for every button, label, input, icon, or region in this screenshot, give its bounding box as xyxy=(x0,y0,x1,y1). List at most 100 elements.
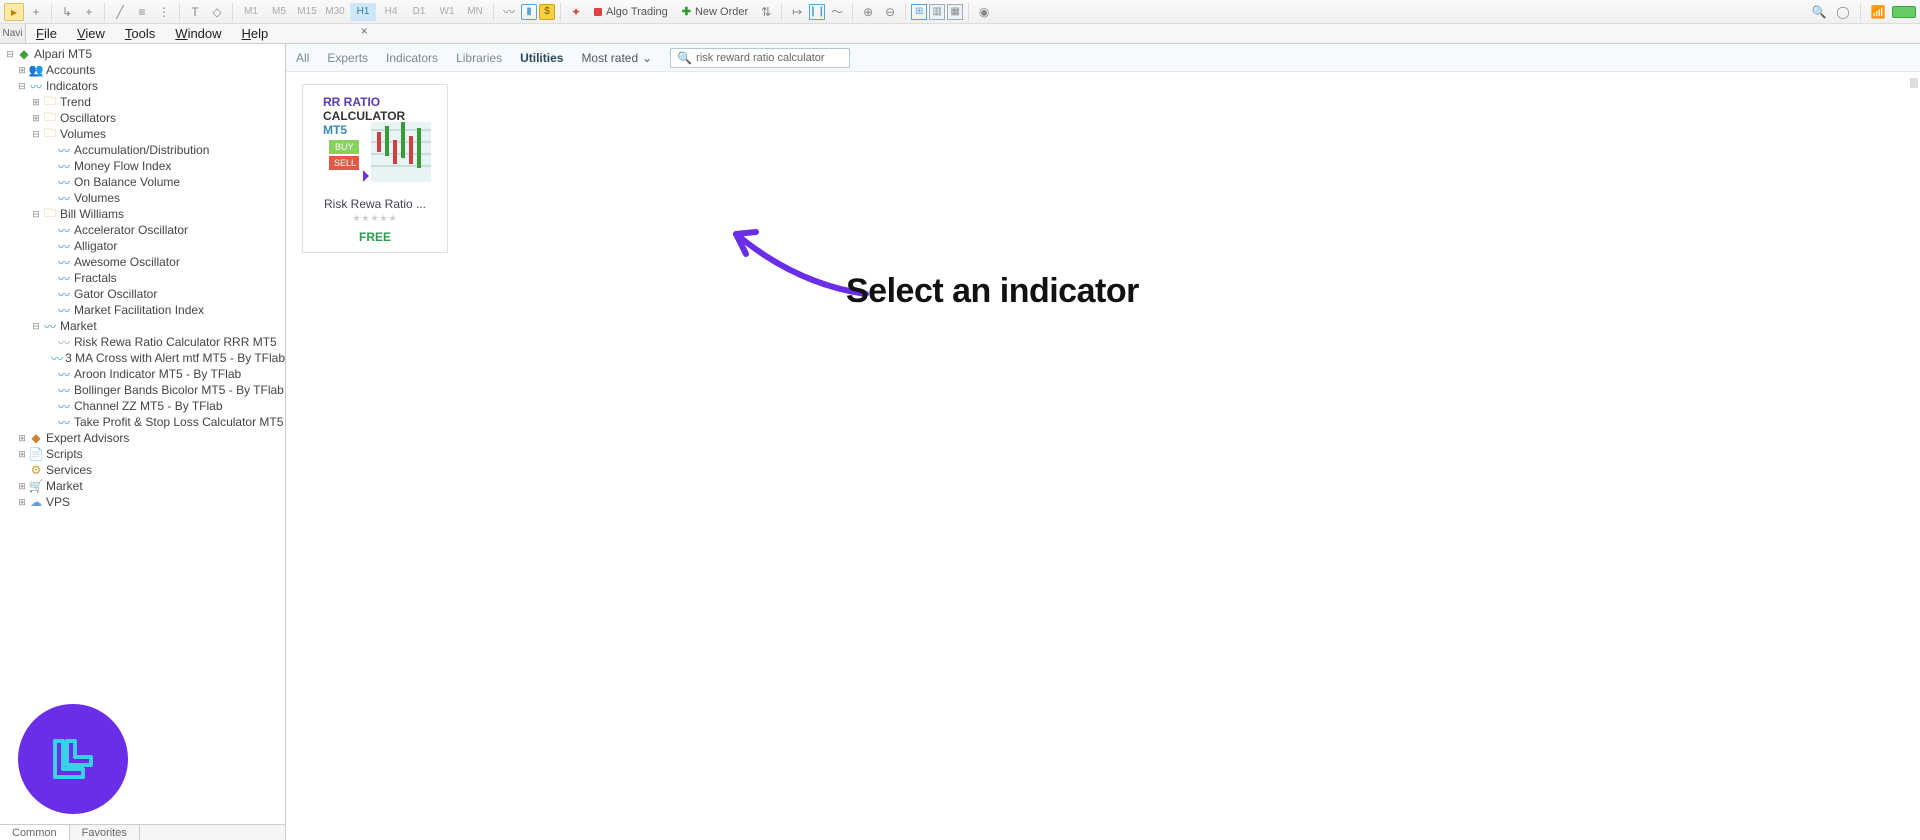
chart-line-icon[interactable]: 〰 xyxy=(499,3,519,21)
cursor-tool[interactable]: ↳ xyxy=(57,3,77,21)
chart-dollar-icon[interactable]: $ xyxy=(539,4,555,20)
indicators-icon[interactable]: ✦ xyxy=(566,3,586,21)
tf-m30[interactable]: M30 xyxy=(322,3,348,21)
zoom-out-icon[interactable]: ⊖ xyxy=(880,3,900,21)
gear-icon: ⚙ xyxy=(28,463,44,477)
separator xyxy=(51,3,52,21)
tile-icon[interactable]: ⊞ xyxy=(911,4,927,20)
menu-window[interactable]: Window xyxy=(165,26,231,41)
profile-icon[interactable]: ◯ xyxy=(1833,3,1853,21)
objects-tool[interactable]: ◇ xyxy=(207,3,227,21)
algo-trading-button[interactable]: Algo Trading xyxy=(588,6,674,18)
menu-help[interactable]: Help xyxy=(232,26,279,41)
tree-vps[interactable]: ⊞☁VPS xyxy=(0,494,285,510)
tree-item[interactable]: 〰On Balance Volume xyxy=(0,174,285,190)
tree-item[interactable]: 〰Aroon Indicator MT5 - By TFlab xyxy=(0,366,285,382)
menu-file[interactable]: File xyxy=(26,26,67,41)
tree-oscillators[interactable]: ⊞🗀Oscillators xyxy=(0,110,285,126)
scrollbar[interactable] xyxy=(1910,78,1918,88)
tree-root[interactable]: ⊟◆Alpari MT5 xyxy=(0,46,285,62)
tf-m5[interactable]: M5 xyxy=(266,3,292,21)
filter-utilities[interactable]: Utilities xyxy=(520,51,563,65)
connection-icon[interactable]: 📶 xyxy=(1868,3,1888,21)
tree-item[interactable]: 〰Channel ZZ MT5 - By TFlab xyxy=(0,398,285,414)
search-icon[interactable]: 🔍 xyxy=(1809,3,1829,21)
indicator-icon: 〰 xyxy=(56,143,72,157)
shift-icon[interactable]: ❙❙ xyxy=(809,4,825,20)
separator xyxy=(905,3,906,21)
indicator-icon: 〰 xyxy=(56,191,72,205)
tree-billwilliams[interactable]: ⊟🗀Bill Williams xyxy=(0,206,285,222)
tree-trend[interactable]: ⊞🗀Trend xyxy=(0,94,285,110)
text-tool[interactable]: T xyxy=(185,3,205,21)
separator xyxy=(104,3,105,21)
folder-icon: 🗀 xyxy=(42,207,58,221)
tree-item[interactable]: 〰3 MA Cross with Alert mtf MT5 - By TFla… xyxy=(0,350,285,366)
indicator-icon: 〰 xyxy=(56,335,72,349)
product-card[interactable]: RR RATIO CALCULATOR MT5 BUY SELL Risk Re… xyxy=(302,84,448,253)
tree-item[interactable]: 〰Money Flow Index xyxy=(0,158,285,174)
logo-icon xyxy=(43,729,103,789)
stop-icon xyxy=(594,8,602,16)
tree-item[interactable]: 〰Awesome Oscillator xyxy=(0,254,285,270)
fibo-tool[interactable]: ⋮ xyxy=(154,3,174,21)
tree-services[interactable]: ⚙Services xyxy=(0,462,285,478)
zoom-in-icon[interactable]: ⊕ xyxy=(858,3,878,21)
play-button[interactable]: ▸ xyxy=(4,3,24,21)
chart-candle-icon[interactable]: ▮ xyxy=(521,4,537,20)
new-order-label: New Order xyxy=(695,6,748,18)
tree-item[interactable]: 〰Take Profit & Stop Loss Calculator MT5 xyxy=(0,414,285,430)
add-button[interactable]: + xyxy=(26,3,46,21)
grid1-icon[interactable]: ▥ xyxy=(929,4,945,20)
camera-icon[interactable]: ◉ xyxy=(974,3,994,21)
tree-volumes[interactable]: ⊟🗀Volumes xyxy=(0,126,285,142)
menu-tools[interactable]: Tools xyxy=(115,26,165,41)
tab-favorites[interactable]: Favorites xyxy=(70,825,140,840)
tree-item[interactable]: 〰Accumulation/Distribution xyxy=(0,142,285,158)
tf-m1[interactable]: M1 xyxy=(238,3,264,21)
close-panel-icon[interactable]: × xyxy=(358,24,374,43)
tf-m15[interactable]: M15 xyxy=(294,3,320,21)
tree-item[interactable]: 〰Volumes xyxy=(0,190,285,206)
filter-indicators[interactable]: Indicators xyxy=(386,51,438,65)
tree-item[interactable]: 〰Fractals xyxy=(0,270,285,286)
tree-accounts[interactable]: ⊞👥Accounts xyxy=(0,62,285,78)
tree-indicators[interactable]: ⊟〰Indicators xyxy=(0,78,285,94)
tree-expert-advisors[interactable]: ⊞◆Expert Advisors xyxy=(0,430,285,446)
tf-d1[interactable]: D1 xyxy=(406,3,432,21)
market-search[interactable]: 🔍 xyxy=(670,48,850,68)
tf-mn[interactable]: MN xyxy=(462,3,488,21)
tf-w1[interactable]: W1 xyxy=(434,3,460,21)
search-input[interactable] xyxy=(696,52,843,64)
tree-scripts[interactable]: ⊞📄Scripts xyxy=(0,446,285,462)
depth-icon[interactable]: 〜 xyxy=(827,3,847,21)
sort-dropdown[interactable]: Most rated ⌄ xyxy=(581,51,652,65)
tree-item[interactable]: 〰Risk Rewa Ratio Calculator RRR MT5 xyxy=(0,334,285,350)
navigator-tab[interactable]: Navi xyxy=(0,24,26,43)
new-order-button[interactable]: ✚ New Order xyxy=(676,5,754,18)
grid2-icon[interactable]: ▦ xyxy=(947,4,963,20)
trendline-tool[interactable]: ╱ xyxy=(110,3,130,21)
tree-item[interactable]: 〰Accelerator Oscillator xyxy=(0,222,285,238)
svg-text:SELL: SELL xyxy=(334,158,356,168)
tf-h1[interactable]: H1 xyxy=(350,3,376,21)
navigator-panel: ⊟◆Alpari MT5 ⊞👥Accounts ⊟〰Indicators ⊞🗀T… xyxy=(0,44,286,840)
tab-common[interactable]: Common xyxy=(0,825,70,840)
filter-all[interactable]: All xyxy=(296,51,309,65)
filter-experts[interactable]: Experts xyxy=(327,51,368,65)
tree-market2[interactable]: ⊞🛒Market xyxy=(0,478,285,494)
signal-icon[interactable]: ⇅ xyxy=(756,3,776,21)
tree-item[interactable]: 〰Gator Oscillator xyxy=(0,286,285,302)
tf-h4[interactable]: H4 xyxy=(378,3,404,21)
crosshair-tool[interactable]: + xyxy=(79,3,99,21)
tree-market[interactable]: ⊟〰Market xyxy=(0,318,285,334)
menu-view[interactable]: View xyxy=(67,26,115,41)
chevron-down-icon: ⌄ xyxy=(642,51,652,65)
tree-item[interactable]: 〰Bollinger Bands Bicolor MT5 - By TFlab xyxy=(0,382,285,398)
tree-item[interactable]: 〰Market Facilitation Index xyxy=(0,302,285,318)
svg-text:RR RATIO: RR RATIO xyxy=(323,95,380,109)
filter-libraries[interactable]: Libraries xyxy=(456,51,502,65)
tree-item[interactable]: 〰Alligator xyxy=(0,238,285,254)
autoscroll-icon[interactable]: ↦ xyxy=(787,3,807,21)
equidistant-tool[interactable]: ≡ xyxy=(132,3,152,21)
